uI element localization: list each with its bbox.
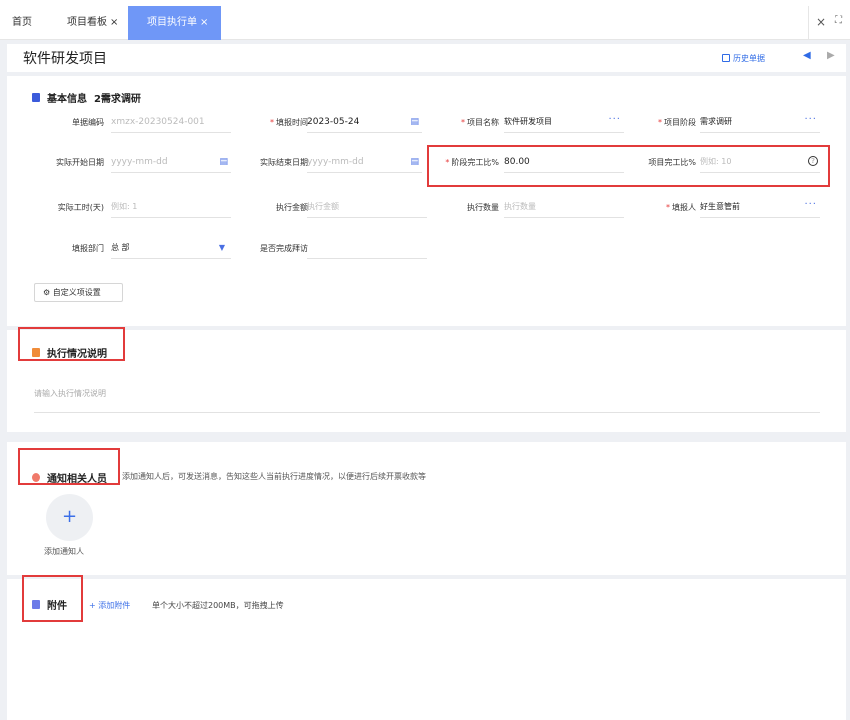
tab-board-label: 项目看板 [67,17,107,28]
doc-no-label: 单据编码 [72,118,104,127]
department-label: 填报部门 [72,244,104,253]
custom-fields-button[interactable]: ⚙ 自定义项设置 [34,283,123,302]
reporter-label: * 填报人 [666,203,696,212]
highlight-execution-box [18,327,125,361]
page-header: 软件研发项目 历史单据 ◀ ▶ [7,44,846,72]
add-notifier-button[interactable]: + [46,494,93,541]
project-stage-field[interactable]: 需求调研 ··· [700,113,820,133]
attachment-note: 单个大小不超过200MB，可拖拽上传 [152,601,284,610]
actual-hours-field[interactable]: 例如: 1 [111,200,231,218]
tab-home[interactable]: 首页 [12,6,32,40]
highlight-attachment-box [22,575,83,622]
prev-arrow-icon[interactable]: ◀ [803,50,811,61]
tab-active-label: 项目执行单 [147,17,197,28]
report-time-label: * 填报时间 [270,118,308,127]
history-button[interactable]: 历史单据 [722,53,765,64]
tab-home-label: 首页 [12,17,32,28]
report-time-field[interactable]: 2023-05-24 ▤ [307,115,422,133]
tab-divider [808,6,809,40]
notify-panel: 通知相关人员 添加通知人后，可发送消息，告知这些人当前执行进度情况，以便进行后续… [7,442,846,575]
history-icon [722,54,730,62]
plus-icon: + [61,506,78,527]
fullscreen-icon[interactable]: ⛶ [835,15,842,26]
add-attachment-link[interactable]: + 添加附件 [89,600,130,611]
actual-hours-label: 实际工时(天) [57,203,104,212]
tab-project-board[interactable]: 项目看板 × [67,6,118,40]
gear-icon: ⚙ [43,288,51,297]
close-icon[interactable]: × [816,15,826,29]
actual-start-field[interactable]: yyyy-mm-dd ▤ [111,155,231,173]
basic-info-panel: 基本信息 2需求调研 单据编码 xmzx-20230524-001 * 填报时间 … [7,76,846,326]
project-stage-label: * 项目阶段 [658,118,696,127]
actual-start-label: 实际开始日期 [56,158,104,167]
next-arrow-icon[interactable]: ▶ [827,50,835,61]
highlight-notify-box [18,448,120,485]
history-label: 历史单据 [733,54,765,63]
custom-fields-label: 自定义项设置 [52,288,101,297]
project-name-label: * 项目名称 [461,118,499,127]
notify-description: 添加通知人后，可发送消息，告知这些人当前执行进度情况，以便进行后续开票收款等 [122,472,426,481]
page-title: 软件研发项目 [23,51,107,67]
actual-end-field[interactable]: yyyy-mm-dd ▤ [307,155,422,173]
add-notifier-label: 添加通知人 [44,547,84,556]
execution-textarea[interactable]: 请输入执行情况说明 [34,388,820,413]
close-icon[interactable]: × [200,17,208,28]
close-icon[interactable]: × [110,17,118,28]
highlight-percent-box [427,145,830,187]
tab-bar: 首页 项目看板 × 项目执行单 × × ⛶ [0,0,850,40]
attachment-panel: 附件 + 添加附件 单个大小不超过200MB，可拖拽上传 [7,575,846,720]
visit-done-field[interactable] [307,241,427,259]
execution-placeholder: 请输入执行情况说明 [34,389,106,398]
tab-execution-form[interactable]: 项目执行单 × [128,6,221,40]
visit-done-label: 是否完成拜访 [260,244,308,253]
basic-info-label: 基本信息 [47,94,87,105]
department-select[interactable]: 总 部 ▼ [111,241,231,259]
more-dots-icon[interactable]: ··· [804,198,817,212]
document-icon [32,93,40,102]
more-dots-icon[interactable]: ··· [804,113,817,127]
basic-info-title: 基本信息 2需求调研 [47,90,141,105]
stage-title: 2需求调研 [93,94,141,105]
actual-end-label: 实际结束日期 [260,158,308,167]
exec-amount-label: 执行金额 [276,203,308,212]
exec-qty-label: 执行数量 [467,203,499,212]
execution-panel: 执行情况说明 请输入执行情况说明 [7,327,846,432]
reporter-field[interactable]: 好生意管前 ··· [700,198,820,218]
doc-no-field[interactable]: xmzx-20230524-001 [111,115,231,133]
